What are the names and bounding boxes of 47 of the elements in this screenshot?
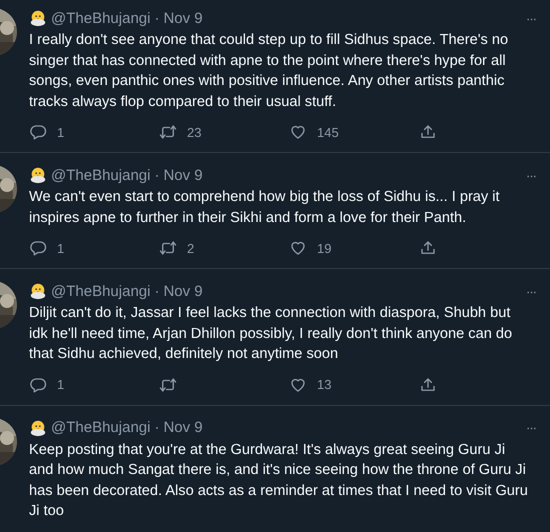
reply-icon [29,123,47,141]
tweet-text: I really don't see anyone that could step up to fill Sidhus space. There's no singer that has connected with apne to the point where there's hype for all songs, even panthic ones with positive influence. Any other artists panthic tracks always flop compared to their usual stuff. [29,31,510,112]
tweet-date[interactable]: Nov 9 [163,282,203,300]
tweet-date[interactable]: Nov 9 [163,166,203,184]
like-button[interactable]: 145 [289,123,339,141]
more-button[interactable]: ··· [526,10,536,26]
like-button[interactable]: 13 [289,376,332,394]
reply-button[interactable]: 1 [29,239,64,257]
separator-dot: · [154,10,160,26]
chick-icon [29,166,47,184]
retweet-button[interactable]: 2 [159,239,194,257]
tweet-text: We can't even start to comprehend how big the loss of Sidhu is... I pray it inspires apne to further in their Sikhi and form a love for their Panth. [29,188,501,228]
chick-icon [29,418,47,436]
share-icon [419,376,437,394]
user-handle[interactable]: @TheBhujangi [51,282,150,300]
share-button[interactable] [419,376,437,394]
reply-icon [29,376,47,394]
retweet-button[interactable] [159,376,177,394]
user-handle[interactable]: @TheBhujangi [51,166,150,184]
chick-icon [29,9,47,27]
heart-icon [289,239,307,257]
retweet-icon [159,123,177,141]
tweet-text: Diljit can't do it, Jassar I feel lacks the connection with diaspora, Shubh but idk he'll need time, Arjan Dhillon possibly, I really don't think anyone can do that Sidhu achieved, definitely not anytime soon [29,304,514,364]
reply-button[interactable]: 1 [29,376,64,394]
more-button[interactable]: ··· [526,284,536,298]
retweet-button[interactable]: 23 [159,123,202,141]
share-icon [419,123,437,141]
tweet-text: Keep posting that you're at the Gurdwara! It's always great seeing Guru Ji and how much Sangat there is, and it's nice seeing how the throne of Guru Ji has been decorated. Also acts as a reminder at times that I need to visit Guru Ji too [29,440,529,521]
reply-button[interactable]: 1 [29,123,64,141]
chick-icon [29,282,47,300]
tweet-date[interactable]: Nov 9 [163,10,203,26]
user-handle[interactable]: @TheBhujangi [51,419,150,436]
share-icon [419,239,437,257]
separator-dot: · [154,282,160,300]
share-button[interactable] [419,239,437,257]
retweet-icon [159,239,177,257]
like-button[interactable]: 19 [289,239,332,257]
share-button[interactable] [419,123,437,141]
more-button[interactable]: ··· [526,168,536,182]
tweet-date[interactable]: Nov 9 [163,419,203,436]
separator-dot: · [154,419,160,436]
heart-icon [289,123,307,141]
user-handle[interactable]: @TheBhujangi [51,10,150,26]
retweet-icon [159,376,177,394]
more-button[interactable]: ··· [526,420,536,435]
separator-dot: · [154,166,160,184]
reply-icon [29,239,47,257]
